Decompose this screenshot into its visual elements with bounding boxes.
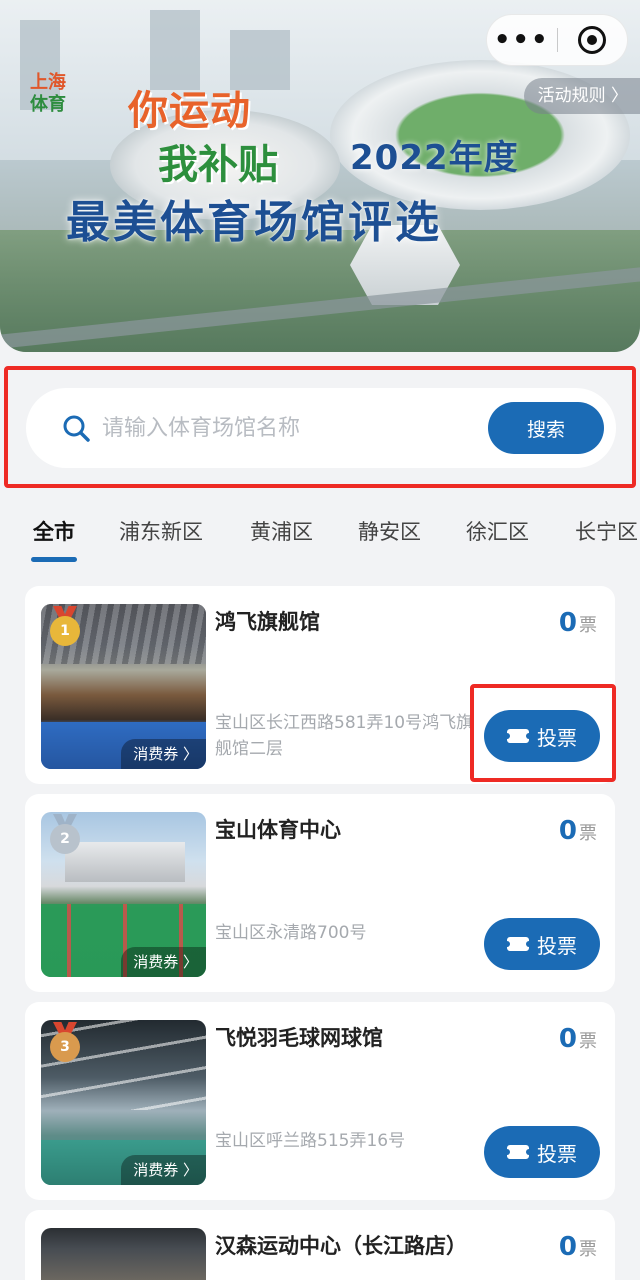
miniprogram-capsule: ••• xyxy=(486,14,628,66)
more-icon[interactable]: ••• xyxy=(487,14,557,66)
voucher-link[interactable]: 消费券 〉 xyxy=(121,947,206,977)
activity-rules-link[interactable]: 活动规则 〉 xyxy=(523,78,640,114)
tab-changning[interactable]: 长宁区 xyxy=(575,516,638,546)
logo-line1: 上海 xyxy=(30,72,66,93)
logo-line2: 体育 xyxy=(30,94,66,115)
vote-number: 0 xyxy=(558,1024,577,1054)
vote-highlight-frame xyxy=(470,684,616,782)
venue-photo: 1 消费券 〉 xyxy=(41,604,206,769)
vote-unit: 票 xyxy=(579,823,597,844)
banner-title: 最美体育场馆评选 xyxy=(66,197,442,248)
tab-jingan[interactable]: 静安区 xyxy=(358,516,421,546)
venue-card[interactable]: 汉森运动中心（长江路店） 0 票 xyxy=(25,1210,615,1280)
venue-name: 飞悦羽毛球网球馆 xyxy=(215,1026,383,1050)
ticket-icon xyxy=(504,937,532,951)
vote-number: 0 xyxy=(558,608,577,638)
vote-count: 0 票 xyxy=(559,1024,597,1054)
ticket-icon xyxy=(504,1145,532,1159)
voucher-link[interactable]: 消费券 〉 xyxy=(121,739,206,769)
vote-count: 0 票 xyxy=(559,1232,597,1262)
vote-button[interactable]: 投票 xyxy=(484,918,600,970)
slogan-line2: 我补贴 xyxy=(158,142,278,188)
venue-photo: 2 消费券 〉 xyxy=(41,812,206,977)
shanghai-sports-logo: 上海 体育 xyxy=(30,72,76,120)
venue-address: 宝山区长江西路581弄10号鸿飞旗舰馆二层 xyxy=(215,713,474,759)
vote-unit: 票 xyxy=(579,1031,597,1052)
tab-pudong[interactable]: 浦东新区 xyxy=(119,516,203,546)
venue-name: 宝山体育中心 xyxy=(215,818,341,842)
vote-number: 0 xyxy=(558,1232,577,1262)
search-bar: 搜索 xyxy=(26,388,616,468)
vote-unit: 票 xyxy=(579,1239,597,1260)
venue-card[interactable]: 2 消费券 〉 宝山体育中心 0 票 宝山区永清路700号 投票 xyxy=(25,794,615,992)
vote-count: 0 票 xyxy=(559,608,597,638)
close-target-icon xyxy=(578,26,607,54)
vote-button[interactable]: 投票 xyxy=(484,1126,600,1178)
close-button[interactable] xyxy=(558,26,628,54)
slogan-line1: 你运动 xyxy=(128,88,251,134)
search-icon xyxy=(63,415,90,442)
vote-unit: 票 xyxy=(579,615,597,636)
vote-number: 0 xyxy=(558,816,577,846)
venue-address: 宝山区永清路700号 xyxy=(215,923,367,943)
silver-medal-icon: 2 xyxy=(45,814,85,858)
tab-all-city[interactable]: 全市 xyxy=(33,516,75,546)
venue-photo: 3 消费券 〉 xyxy=(41,1020,206,1185)
voucher-link[interactable]: 消费券 〉 xyxy=(121,1155,206,1185)
bronze-medal-icon: 3 xyxy=(45,1022,85,1066)
slogan: 你运动 我补贴 xyxy=(128,78,328,188)
venue-photo xyxy=(41,1228,206,1280)
district-tabs: 全市 浦东新区 黄浦区 静安区 徐汇区 长宁区 xyxy=(0,508,640,568)
year-text: 2022年度 xyxy=(350,138,519,178)
venue-name: 汉森运动中心（长江路店） xyxy=(215,1234,467,1258)
search-button[interactable]: 搜索 xyxy=(488,402,604,454)
gold-medal-icon: 1 xyxy=(45,606,85,650)
vote-button-label: 投票 xyxy=(537,1141,577,1166)
venue-address: 宝山区呼兰路515弄16号 xyxy=(215,1131,406,1151)
search-input[interactable] xyxy=(102,408,472,448)
active-tab-indicator xyxy=(31,557,77,562)
venue-name: 鸿飞旗舰馆 xyxy=(215,610,320,634)
venue-card[interactable]: 3 消费券 〉 飞悦羽毛球网球馆 0 票 宝山区呼兰路515弄16号 投票 xyxy=(25,1002,615,1200)
tab-xuhui[interactable]: 徐汇区 xyxy=(466,516,529,546)
vote-button-label: 投票 xyxy=(537,933,577,958)
vote-count: 0 票 xyxy=(559,816,597,846)
tab-huangpu[interactable]: 黄浦区 xyxy=(250,516,313,546)
